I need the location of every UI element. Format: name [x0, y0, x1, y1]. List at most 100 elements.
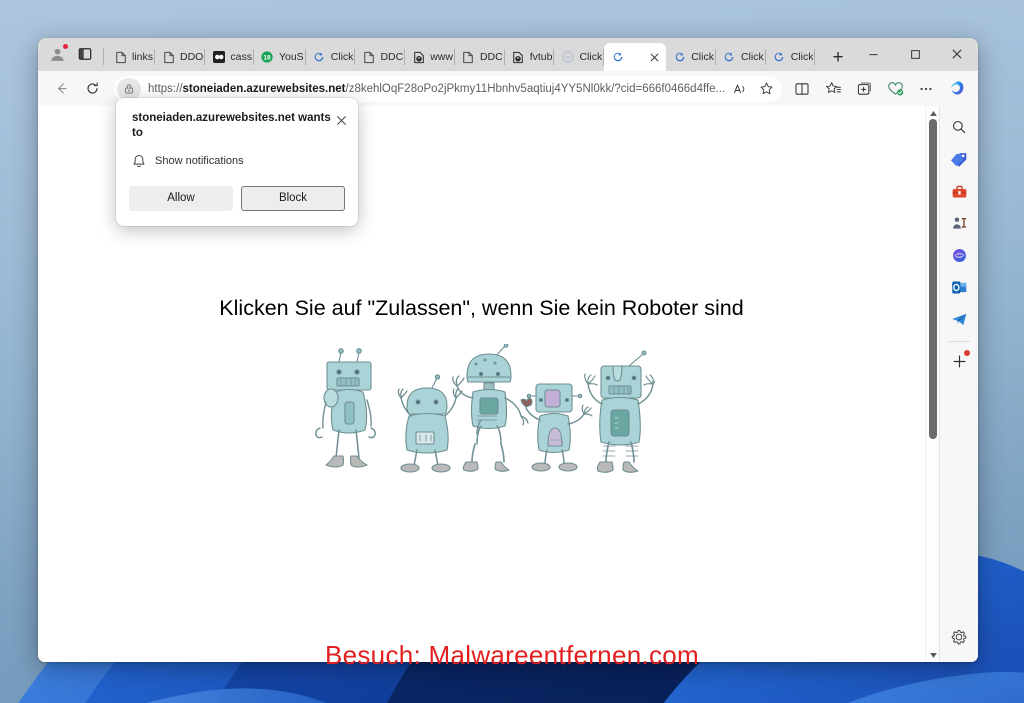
address-bar-url: https://stoneiaden.azurewebsites.net/z8k…	[148, 83, 728, 95]
edge-sidebar	[939, 106, 978, 662]
scroll-down-button[interactable]	[926, 648, 940, 662]
robot-2	[397, 374, 463, 473]
tab-label: Click	[691, 51, 714, 63]
games-icon	[952, 216, 966, 229]
url-prefix: https://	[148, 82, 183, 95]
robot-1	[314, 348, 376, 468]
robot-3	[451, 344, 529, 472]
sidebar-item-outlook[interactable]	[944, 272, 974, 302]
sidebar-settings-button[interactable]	[944, 622, 974, 652]
page-icon	[361, 50, 376, 65]
dark-globe-icon	[511, 50, 526, 65]
tab-item[interactable]: links	[107, 43, 156, 71]
tab-strip-left	[42, 38, 107, 71]
tab-active[interactable]	[604, 43, 667, 71]
close-button[interactable]	[936, 38, 978, 70]
copilot-icon	[952, 248, 966, 262]
scroll-up-button[interactable]	[926, 106, 940, 120]
caret-down-icon	[929, 652, 937, 658]
refresh-button[interactable]	[77, 75, 107, 103]
minimize-icon	[868, 53, 878, 55]
page-icon	[113, 50, 128, 65]
split-screen-icon	[795, 82, 809, 95]
tab-item[interactable]: DDO	[155, 43, 206, 71]
refresh-icon	[86, 82, 98, 94]
tab-label: Click	[330, 51, 354, 63]
profile-avatar[interactable]	[44, 41, 70, 67]
outlook-icon	[951, 281, 966, 293]
vertical-tabs-icon	[78, 48, 92, 60]
tab-item[interactable]: Click	[815, 43, 824, 71]
blue-refresh-icon	[312, 50, 327, 65]
tab-label: DDC	[380, 51, 404, 63]
tab-list: links DDO cass 18 YouS Click DDC www DDC fvtub Cli…	[107, 38, 824, 71]
tab-label: Click	[790, 51, 814, 63]
dark-square-icon	[211, 50, 226, 65]
blue-refresh-icon	[821, 50, 824, 65]
split-screen-button[interactable]	[787, 75, 817, 103]
tab-item[interactable]: www	[405, 43, 455, 71]
site-information-button[interactable]	[117, 77, 141, 100]
tools-icon	[952, 185, 966, 197]
tab-item[interactable]: cass	[205, 43, 254, 71]
desktop: links DDO cass 18 YouS Click DDC www DDC fvtub Cli…	[0, 0, 1024, 703]
dialog-permission-row: Show notifications	[116, 141, 358, 169]
sidebar-divider	[948, 341, 970, 342]
tab-label: Click	[740, 51, 764, 63]
tab-item[interactable]: Click	[554, 43, 604, 71]
browser-essentials-button[interactable]	[880, 75, 910, 103]
scrollbar-thumb[interactable]	[929, 119, 937, 439]
tab-item[interactable]: fvtub	[505, 43, 555, 71]
block-button[interactable]: Block	[241, 185, 345, 211]
sidebar-item-shopping[interactable]	[944, 144, 974, 174]
tab-label: cass	[230, 51, 252, 63]
tab-strip: links DDO cass 18 YouS Click DDC www DDC fvtub Cli…	[38, 38, 978, 71]
settings-and-more-button[interactable]	[911, 75, 941, 103]
page-title: Klicken Sie auf "Zulassen", wenn Sie kei…	[219, 296, 744, 320]
read-aloud-button[interactable]	[728, 77, 752, 101]
profile-badge-dot	[62, 43, 69, 50]
new-tab-button[interactable]: +	[824, 43, 852, 71]
blue-refresh-icon	[722, 50, 737, 65]
collections-icon	[857, 82, 871, 95]
green-circle-icon: 18	[260, 50, 275, 65]
sidebar-item-telegram[interactable]	[944, 304, 974, 334]
vertical-scrollbar[interactable]	[925, 106, 939, 662]
copilot-button[interactable]	[942, 75, 972, 103]
sidebar-item-search[interactable]	[944, 112, 974, 142]
tab-item[interactable]: DDC	[355, 43, 405, 71]
tab-item[interactable]: 18 YouS	[254, 43, 306, 71]
page-icon	[461, 50, 476, 65]
minimize-button[interactable]	[852, 38, 894, 70]
svg-text:18: 18	[264, 55, 272, 62]
sidebar-item-games[interactable]	[944, 208, 974, 238]
sidebar-item-tools[interactable]	[944, 176, 974, 206]
maximize-button[interactable]	[894, 38, 936, 70]
pale-circle-icon	[560, 50, 575, 65]
sidebar-item-copilot[interactable]	[944, 240, 974, 270]
collections-button[interactable]	[849, 75, 879, 103]
back-button[interactable]	[46, 75, 76, 103]
tab-item[interactable]: Click	[716, 43, 766, 71]
robot-4	[519, 383, 593, 472]
tab-item[interactable]: Click	[766, 43, 816, 71]
favorites-button[interactable]	[818, 75, 848, 103]
tab-item[interactable]: Click	[666, 43, 716, 71]
robot-5	[583, 350, 655, 473]
add-favorite-button[interactable]	[754, 77, 778, 101]
tab-label: DDC	[479, 51, 503, 63]
tab-item[interactable]: Click	[306, 43, 356, 71]
tab-item[interactable]: DDC	[455, 43, 505, 71]
lock-icon	[125, 83, 133, 94]
url-host: stoneiaden.azurewebsites.net	[182, 82, 346, 95]
sidebar-add-button[interactable]	[944, 346, 974, 376]
tab-close-button[interactable]	[646, 49, 662, 65]
window-controls	[852, 38, 978, 71]
page-icon	[161, 50, 176, 65]
notification-permission-dialog: stoneiaden.azurewebsites.net wants to Sh…	[116, 98, 358, 226]
allow-button[interactable]: Allow	[129, 185, 233, 211]
tab-actions-button[interactable]	[72, 41, 98, 67]
address-bar-actions	[728, 77, 782, 101]
search-icon	[953, 121, 966, 134]
dialog-close-button[interactable]	[332, 111, 350, 129]
